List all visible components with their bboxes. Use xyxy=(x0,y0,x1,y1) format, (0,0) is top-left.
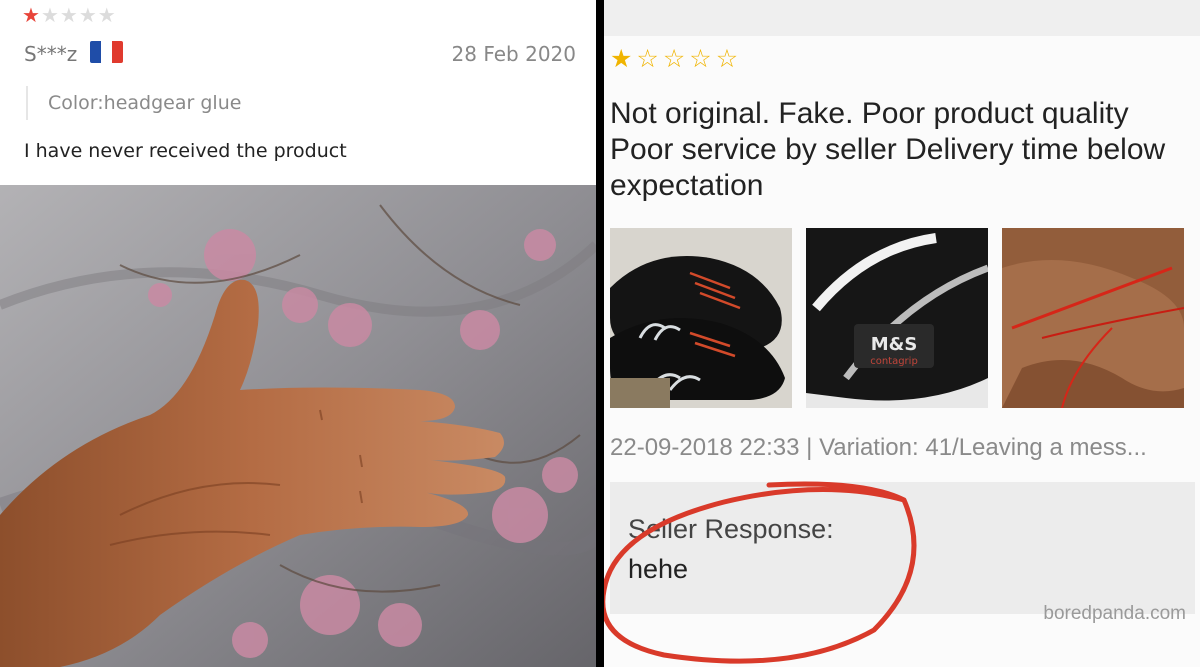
star-empty-icon: ☆ xyxy=(689,45,712,73)
red-string-photo-icon xyxy=(1002,228,1184,408)
star-filled-icon: ★ xyxy=(610,45,633,73)
france-flag-icon xyxy=(90,41,123,63)
review-headline: Not original. Fake. Poor product quality… xyxy=(610,97,1166,202)
shoe-logo-photo-icon: M&S contagrip xyxy=(806,228,988,408)
star-rating: ★ ★ ★ ★ ★ xyxy=(22,6,116,26)
star-empty-icon: ★ xyxy=(40,5,59,27)
hand-on-bedsheet-image xyxy=(0,185,596,667)
red-circle-annotation xyxy=(604,481,917,664)
black-sneakers-photo-icon xyxy=(610,228,792,408)
review-date: 28 Feb 2020 xyxy=(451,42,576,66)
review-thumbnail[interactable] xyxy=(610,228,792,408)
review-text: I have never received the product xyxy=(24,140,347,162)
top-band xyxy=(604,0,1200,36)
review-card-right: ★ ☆ ☆ ☆ ☆ Not original. Fake. Poor produ… xyxy=(604,0,1200,667)
watermark: boredpanda.com xyxy=(1043,603,1186,624)
star-filled-icon: ★ xyxy=(22,5,40,27)
star-empty-icon: ☆ xyxy=(662,45,686,73)
star-empty-icon: ★ xyxy=(59,5,78,27)
review-card-left: ★ ★ ★ ★ ★ S***z 28 Feb 2020 Color:headge… xyxy=(0,0,596,667)
star-empty-icon: ★ xyxy=(78,5,97,27)
svg-text:M&S: M&S xyxy=(871,334,918,355)
star-empty-icon: ★ xyxy=(97,5,116,27)
review-thumbnail[interactable]: M&S contagrip xyxy=(806,228,988,408)
panel-divider xyxy=(596,0,604,667)
svg-text:contagrip: contagrip xyxy=(870,356,918,367)
star-rating: ★ ☆ ☆ ☆ ☆ xyxy=(610,46,738,72)
reviewer-name: S***z xyxy=(24,42,78,66)
star-empty-icon: ☆ xyxy=(715,45,739,73)
variant-label: Color:headgear glue xyxy=(26,86,241,120)
star-empty-icon: ☆ xyxy=(636,45,659,73)
review-thumbnail[interactable] xyxy=(1002,228,1184,408)
review-photo[interactable] xyxy=(0,185,596,667)
